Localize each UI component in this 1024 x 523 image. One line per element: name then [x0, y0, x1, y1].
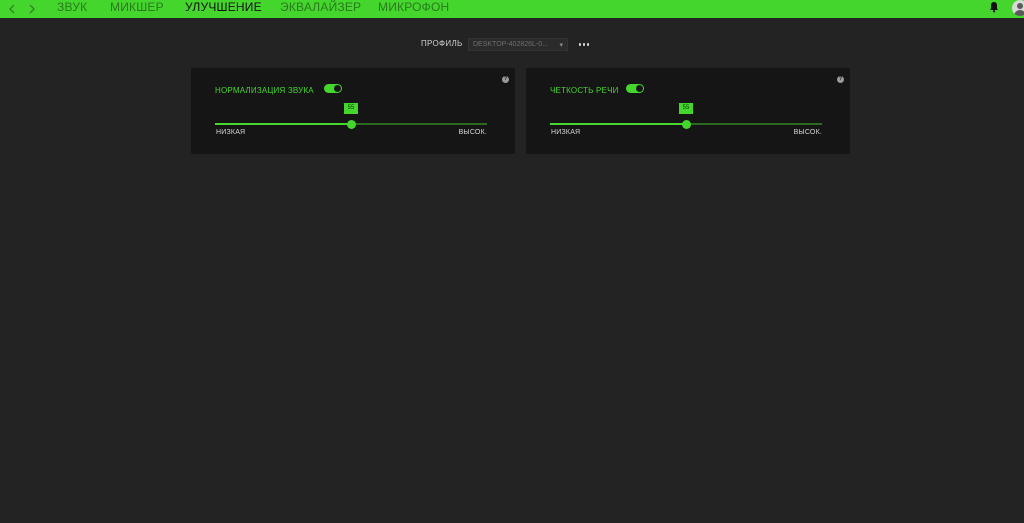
slider-high-label: ВЫСОК.: [458, 129, 487, 136]
slider-value-badge: 55: [344, 103, 358, 114]
help-icon[interactable]: ?: [837, 76, 844, 83]
slider-high-label: ВЫСОК.: [793, 129, 822, 136]
slider-thumb[interactable]: [346, 119, 356, 129]
tab-equalizer[interactable]: ЭКВАЛАЙЗЕР: [280, 0, 361, 18]
tab-mixer[interactable]: МИКШЕР: [110, 0, 164, 18]
profile-select[interactable]: DESKTOP-402826L-0... ▾: [468, 38, 568, 51]
card-sound-normalization: НОРМАЛИЗАЦИЯ ЗВУКА ? 55 НИЗКАЯ ВЫСОК.: [191, 68, 515, 154]
card-title: НОРМАЛИЗАЦИЯ ЗВУКА: [215, 86, 314, 95]
bell-icon[interactable]: [988, 0, 1000, 14]
profile-label: ПРОФИЛЬ: [421, 39, 463, 48]
card-title: ЧЕТКОСТЬ РЕЧИ: [550, 86, 619, 95]
speech-clarity-slider[interactable]: 55: [550, 103, 822, 129]
profile-row: ПРОФИЛЬ DESKTOP-402826L-0... ▾: [0, 38, 1024, 52]
top-navigation-bar: ЗВУК МИКШЕР УЛУЧШЕНИЕ ЭКВАЛАЙЗЕР МИКРОФО…: [0, 0, 1024, 18]
more-options-icon[interactable]: [578, 38, 590, 51]
help-icon[interactable]: ?: [502, 76, 509, 83]
profile-selected-value: DESKTOP-402826L-0...: [473, 41, 548, 48]
tab-microphone[interactable]: МИКРОФОН: [378, 0, 449, 18]
speech-clarity-toggle[interactable]: [626, 84, 644, 93]
user-avatar-icon[interactable]: [1012, 0, 1024, 16]
slider-fill: [550, 123, 686, 125]
card-speech-clarity: ЧЕТКОСТЬ РЕЧИ ? 55 НИЗКАЯ ВЫСОК.: [526, 68, 850, 154]
sound-normalization-slider[interactable]: 55: [215, 103, 487, 129]
slider-value-badge: 55: [679, 103, 693, 114]
sound-normalization-toggle[interactable]: [324, 84, 342, 93]
slider-low-label: НИЗКАЯ: [551, 129, 581, 136]
tab-enhancement[interactable]: УЛУЧШЕНИЕ: [185, 0, 262, 18]
slider-low-label: НИЗКАЯ: [216, 129, 246, 136]
back-arrow-icon[interactable]: [4, 0, 18, 18]
tab-sound[interactable]: ЗВУК: [57, 0, 87, 18]
chevron-down-icon: ▾: [559, 42, 563, 49]
slider-thumb[interactable]: [681, 119, 691, 129]
forward-arrow-icon[interactable]: [25, 0, 39, 18]
slider-fill: [215, 123, 351, 125]
